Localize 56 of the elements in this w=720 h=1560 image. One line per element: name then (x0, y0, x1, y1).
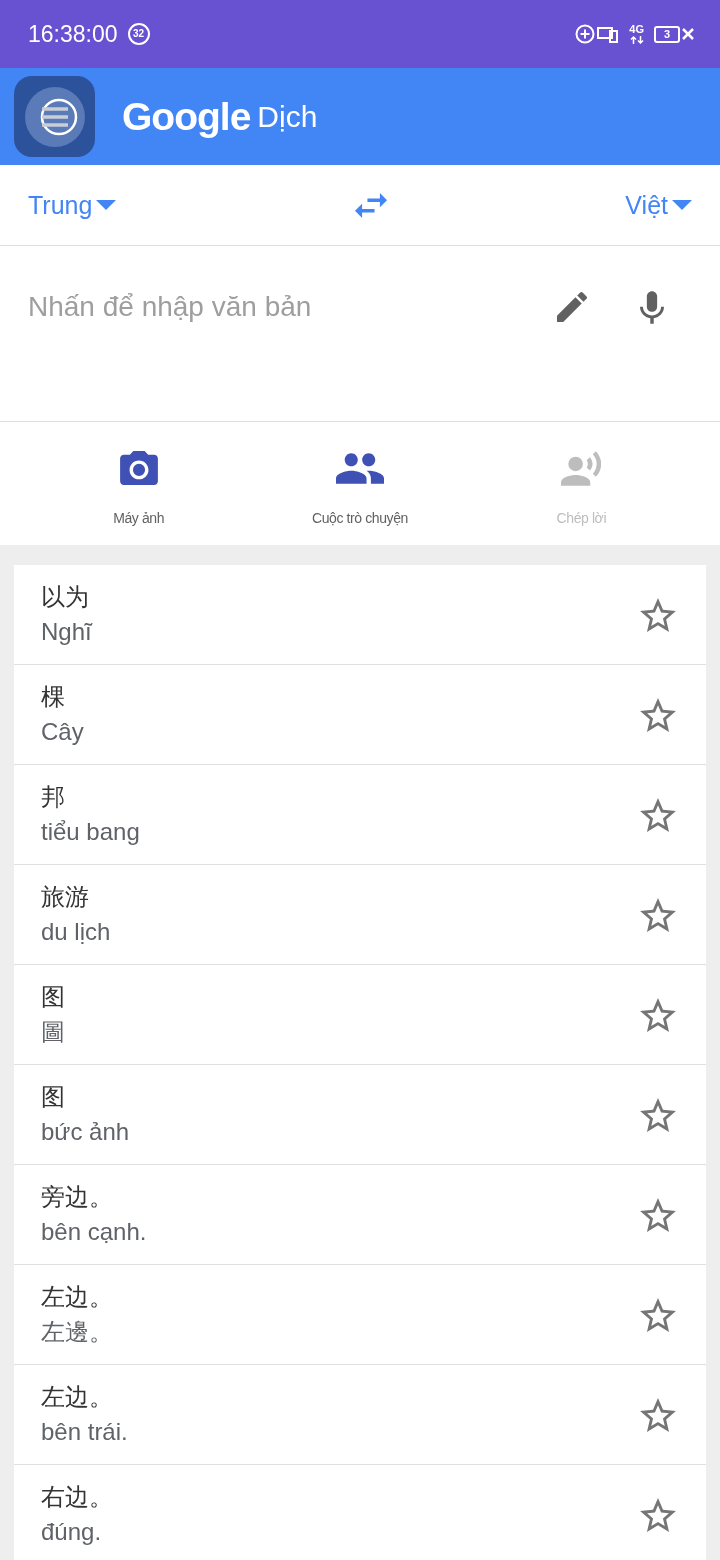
plus-circle-icon (575, 24, 596, 44)
history-item[interactable]: 左边。 左邊。 (14, 1265, 706, 1365)
translation-text: bên trái. (41, 1416, 129, 1447)
source-language-dropdown[interactable]: Trung (28, 192, 117, 218)
network-type-label: 4G (629, 24, 644, 35)
source-text: 旅游 (41, 881, 90, 912)
microphone-icon (640, 290, 664, 324)
people-icon (336, 452, 384, 484)
translation-text: du lịch (41, 916, 112, 947)
source-text: 左边。 (41, 1281, 114, 1312)
menu-button[interactable] (14, 76, 95, 157)
app-title: Dịch (257, 101, 318, 132)
notification-count-badge: 32 (127, 23, 150, 45)
app-logo-text: Google (122, 97, 251, 136)
source-text: 右边。 (41, 1481, 114, 1512)
clock-time: 16:38:00 (28, 22, 118, 46)
history-item[interactable]: 右边。 đúng. (14, 1465, 706, 1560)
speaking-person-icon (561, 450, 602, 486)
text-input-panel[interactable]: Nhấn để nhập văn bản (0, 246, 720, 422)
source-text: 图 (41, 981, 66, 1012)
history-item[interactable]: 以为 Nghĩ (14, 565, 706, 665)
history-item[interactable]: 左边。 bên trái. (14, 1365, 706, 1465)
target-language-dropdown[interactable]: Việt (625, 192, 692, 218)
translation-text: 圖 (41, 1016, 66, 1047)
source-text: 邦 (41, 781, 66, 812)
history-item[interactable]: 棵 Cây (14, 665, 706, 765)
text-input-field[interactable]: Nhấn để nhập văn bản (28, 267, 532, 347)
dropdown-caret-icon (672, 200, 692, 210)
translation-text: tiểu bang (41, 816, 141, 847)
translation-text: Cây (41, 716, 85, 747)
pen-icon (557, 292, 587, 322)
history-item[interactable]: 图 圖 (14, 965, 706, 1065)
swap-arrows-icon (354, 192, 387, 218)
source-text: 以为 (41, 581, 90, 612)
source-text: 旁边。 (41, 1181, 114, 1212)
history-item[interactable]: 旁边。 bên cạnh. (14, 1165, 706, 1265)
translation-text: 左邊。 (41, 1316, 114, 1347)
x-mark-icon (682, 28, 694, 40)
data-arrows-icon (629, 36, 644, 44)
tool-button[interactable]: Máy ảnh (28, 422, 250, 545)
dropdown-caret-icon (96, 200, 117, 210)
tool-button[interactable]: Cuộc trò chuyện (249, 422, 471, 545)
translation-text: Nghĩ (41, 616, 94, 647)
translation-text: bên cạnh. (41, 1216, 148, 1247)
translation-text: bức ảnh (41, 1116, 131, 1147)
menu-icon (24, 86, 85, 147)
battery-indicator: 3 (654, 25, 680, 43)
translation-text: đúng. (41, 1516, 103, 1547)
source-text: 图 (41, 1081, 66, 1112)
camera-icon (119, 451, 158, 485)
screen-devices-icon (597, 25, 620, 43)
history-item[interactable]: 图 bức ảnh (14, 1065, 706, 1165)
source-text: 棵 (41, 681, 66, 712)
source-text: 左边。 (41, 1381, 114, 1412)
history-item[interactable]: 邦 tiểu bang (14, 765, 706, 865)
history-item[interactable]: 旅游 du lịch (14, 865, 706, 965)
